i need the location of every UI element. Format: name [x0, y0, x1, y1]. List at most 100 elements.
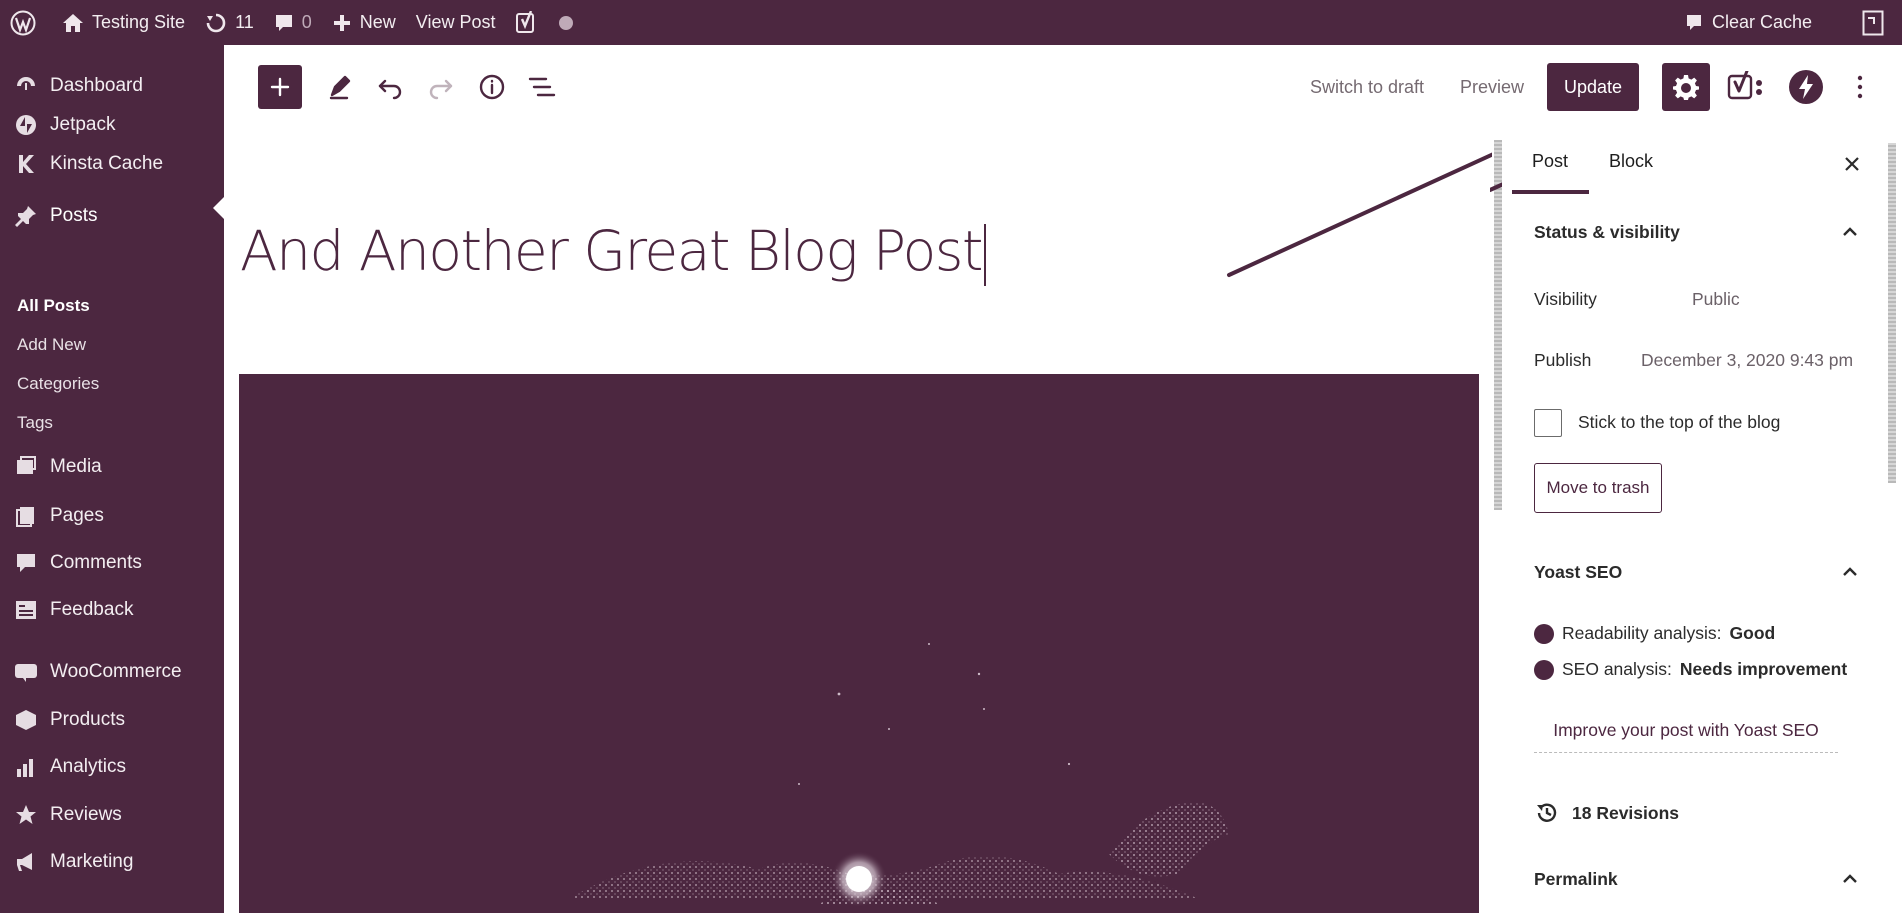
redo-button[interactable]: [421, 65, 461, 109]
sidebar-item-label: Analytics: [50, 756, 127, 777]
products-icon: [12, 706, 40, 734]
sidebar-item-label: Marketing: [50, 851, 134, 872]
sidebar-item-jetpack[interactable]: Jetpack: [0, 105, 224, 145]
yoast-menu-button[interactable]: [506, 0, 548, 45]
close-icon: [1845, 157, 1859, 171]
sidebar-item-comments[interactable]: Comments: [0, 543, 224, 583]
sidebar-item-label: Products: [50, 709, 125, 730]
sidebar-item-analytics[interactable]: Analytics: [0, 747, 224, 787]
sidebar-item-label: Posts: [50, 205, 98, 226]
sidebar-item-woocommerce[interactable]: WooCommerce: [0, 652, 224, 692]
more-options-button[interactable]: [1848, 65, 1872, 109]
view-post-link[interactable]: View Post: [406, 0, 506, 45]
revisions-label: 18 Revisions: [1572, 802, 1679, 823]
featured-image-block[interactable]: [239, 374, 1479, 913]
list-view-icon: [528, 77, 556, 97]
submenu-all-posts[interactable]: All Posts: [17, 296, 90, 316]
undo-button[interactable]: [370, 65, 410, 109]
status-visibility-toggle[interactable]: [1840, 222, 1860, 242]
admin-bar: Testing Site 11 0 New View Post Clear Ca…: [0, 0, 1902, 45]
undo-icon: [378, 79, 402, 100]
plus-icon: [270, 77, 290, 97]
publish-date-value[interactable]: December 3, 2020 9:43 pm: [1641, 350, 1853, 371]
settings-button[interactable]: [1662, 63, 1710, 111]
yoast-seo-toggle[interactable]: [1840, 562, 1860, 582]
sidebar-item-label: WooCommerce: [50, 661, 182, 682]
jetpack-icon: [12, 111, 40, 139]
publish-label: Publish: [1534, 350, 1592, 370]
settings-sidebar: Post Block Status & visibility Visibilit…: [1502, 129, 1882, 913]
site-name-link[interactable]: Testing Site: [46, 0, 195, 45]
tab-post[interactable]: Post: [1532, 151, 1568, 172]
switch-to-draft-button[interactable]: Switch to draft: [1310, 65, 1424, 109]
sidebar-item-marketing[interactable]: Marketing: [0, 842, 224, 882]
sidebar-item-feedback[interactable]: Feedback: [0, 590, 224, 630]
jetpack-toolbar-button[interactable]: [1784, 65, 1828, 109]
woo-icon: [12, 658, 40, 686]
preview-button[interactable]: Preview: [1460, 65, 1524, 109]
night-sky-image: [569, 643, 1229, 907]
yoast-toolbar-button[interactable]: [1724, 65, 1768, 109]
star-icon: [12, 801, 40, 829]
sidebar-item-posts[interactable]: Posts: [0, 196, 224, 236]
comments-link[interactable]: 0: [264, 0, 322, 45]
close-settings-button[interactable]: [1839, 151, 1865, 177]
sidebar-item-label: Reviews: [50, 804, 122, 825]
analytics-icon: [12, 753, 40, 781]
visibility-label: Visibility: [1534, 289, 1597, 309]
update-button[interactable]: Update: [1547, 63, 1640, 111]
media-icon: [12, 453, 40, 481]
sidebar-item-media[interactable]: Media: [0, 447, 224, 487]
fullscreen-icon: [1862, 10, 1884, 35]
wordpress-icon: [10, 10, 36, 35]
submenu-tags[interactable]: Tags: [17, 413, 53, 433]
clear-cache-label: Clear Cache: [1711, 12, 1812, 32]
tools-button[interactable]: [320, 65, 360, 109]
sidebar-item-reviews[interactable]: Reviews: [0, 795, 224, 835]
post-title-field[interactable]: And Another Great Blog Post: [240, 219, 986, 286]
readability-row: Readability analysis: Good: [1534, 623, 1775, 644]
current-menu-pointer: [213, 197, 224, 219]
revisions-link[interactable]: 18 Revisions: [1534, 800, 1679, 826]
home-icon: [63, 13, 83, 32]
details-button[interactable]: [472, 65, 512, 109]
updates-count: 11: [235, 12, 254, 32]
sidebar-item-pages[interactable]: Pages: [0, 496, 224, 536]
sidebar-item-products[interactable]: Products: [0, 700, 224, 740]
pages-icon: [12, 502, 40, 530]
improve-with-yoast-button[interactable]: Improve your post with Yoast SEO: [1534, 709, 1838, 753]
status-visibility-title[interactable]: Status & visibility: [1534, 222, 1680, 243]
new-content-link[interactable]: New: [322, 0, 406, 45]
more-vertical-icon: [1857, 75, 1863, 99]
jetpack-bolt-icon: [1789, 70, 1823, 104]
status-dot-icon: [558, 15, 573, 30]
visibility-value[interactable]: Public: [1692, 289, 1740, 310]
clear-cache-link[interactable]: Clear Cache: [1674, 0, 1852, 45]
permalink-title[interactable]: Permalink: [1534, 869, 1618, 890]
seo-analysis-value: Needs improvement: [1679, 659, 1848, 679]
yoast-seo-title[interactable]: Yoast SEO: [1534, 562, 1622, 583]
sidebar-item-label: Pages: [50, 505, 104, 526]
updates-link[interactable]: 11: [195, 0, 264, 45]
smiley-sad-icon: [1534, 659, 1554, 680]
outline-button[interactable]: [522, 65, 562, 109]
comments-count: 0: [301, 12, 312, 32]
permalink-toggle[interactable]: [1840, 869, 1860, 889]
add-block-button[interactable]: [258, 65, 302, 109]
submenu-add-new[interactable]: Add New: [17, 335, 86, 355]
submenu-categories[interactable]: Categories: [17, 374, 99, 394]
sidebar-item-label: Jetpack: [50, 114, 116, 135]
seo-analysis-label: SEO analysis:: [1562, 659, 1672, 679]
megaphone-icon: [12, 848, 40, 876]
readability-value: Good: [1729, 623, 1776, 643]
panel-scrollbar[interactable]: [1888, 143, 1896, 483]
sticky-checkbox[interactable]: [1534, 409, 1562, 437]
sidebar-item-kinsta-cache[interactable]: Kinsta Cache: [0, 144, 224, 184]
tab-block[interactable]: Block: [1609, 151, 1653, 172]
sidebar-item-dashboard[interactable]: Dashboard: [0, 66, 224, 106]
wp-logo-button[interactable]: [0, 0, 46, 45]
status-dot-button[interactable]: [548, 0, 584, 45]
move-to-trash-button[interactable]: Move to trash: [1534, 463, 1662, 513]
screen-options-button[interactable]: [1852, 0, 1902, 45]
seo-analysis-row: SEO analysis: Needs improvement: [1534, 659, 1847, 680]
